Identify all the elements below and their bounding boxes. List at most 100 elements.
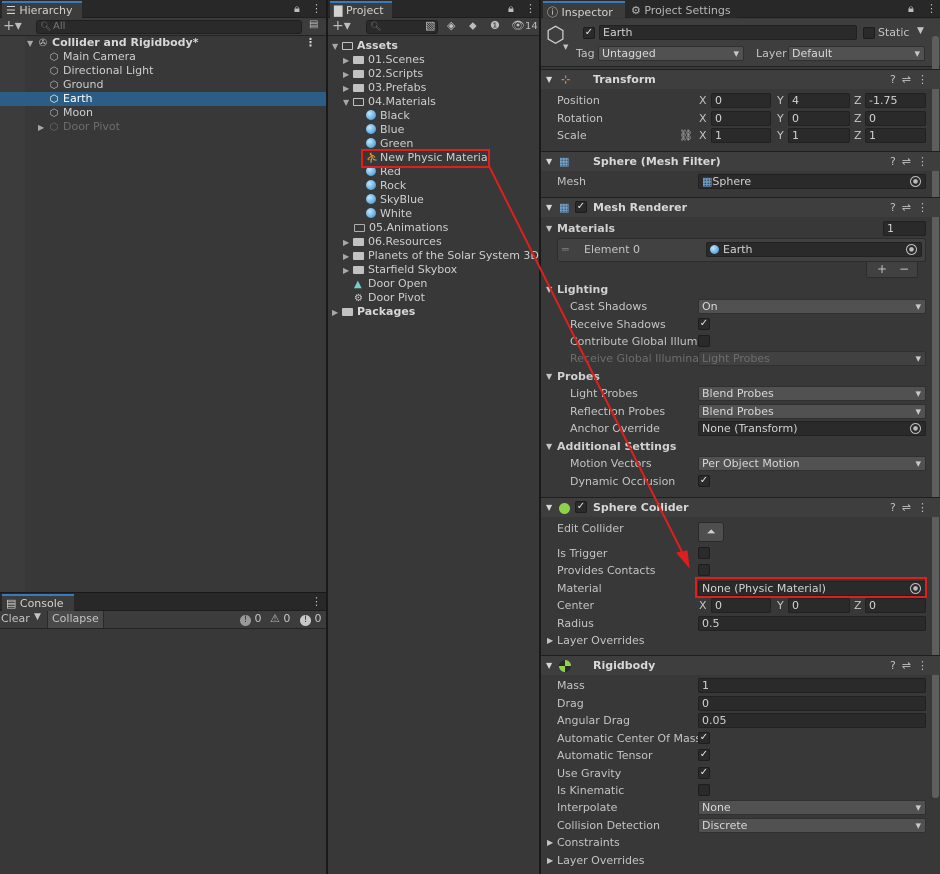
hidden-packages-icon[interactable]: 👁︎14 [511,19,538,32]
layer-dropdown[interactable]: Default [788,46,925,61]
radius-field[interactable]: 0.5 [698,616,926,631]
rotation-y-field[interactable]: 0 [788,111,850,126]
component-actions-icons[interactable]: ?⇌⋮ [890,498,934,517]
more-options-icon[interactable]: ⋮ [525,2,536,15]
project-item-blue[interactable]: Blue [328,123,539,137]
foldout-arrow-icon[interactable]: ▶ [547,834,553,851]
expand-arrow-icon[interactable]: ▶ [343,54,353,68]
is-kinematic-checkbox[interactable] [698,784,710,796]
rotation-x-field[interactable]: 0 [711,111,771,126]
lock-icon[interactable]: 🔒︎ [294,2,300,16]
component-actions-icons[interactable]: ?⇌⋮ [890,656,934,675]
warning-count-toggle[interactable]: ⚠ 0 [270,612,290,625]
position-x-field[interactable]: 0 [711,93,771,108]
expand-arrow-icon[interactable]: ▼ [332,40,342,54]
scene-menu-icon[interactable]: ⋮ [305,36,316,50]
expand-arrow-icon[interactable]: ▶ [343,68,353,82]
scale-x-field[interactable]: 1 [711,128,771,143]
scene-row[interactable]: ▼ ✇ Collider and Rigidbody* ⋮ [0,36,326,50]
angular-drag-field[interactable]: 0.05 [698,713,926,728]
project-item-scenes[interactable]: ▶ 01.Scenes [328,53,539,67]
expand-arrow-icon[interactable]: ▼ [27,37,37,51]
motion-vectors-dropdown[interactable]: Per Object Motion [698,456,926,471]
foldout-arrow-icon[interactable]: ▼ [546,70,552,89]
materials-count-field[interactable]: 1 [883,221,926,236]
clear-button[interactable]: Clear [1,612,30,625]
mesh-filter-header[interactable]: ▼ ▦ Sphere (Mesh Filter) ?⇌⋮ [541,151,940,171]
add-icon[interactable]: +▾ [3,18,22,34]
project-item-assets[interactable]: ▼ Assets [328,39,539,53]
project-item-door-pivot[interactable]: ⚙ Door Pivot [328,291,539,305]
mesh-renderer-header[interactable]: ▼ ▦ ✓ Mesh Renderer ?⇌⋮ [541,197,940,217]
rigidbody-header[interactable]: ▼ Rigidbody ?⇌⋮ [541,655,940,675]
hierarchy-item-ground[interactable]: ⬡ Ground [0,78,326,92]
foldout-arrow-icon[interactable]: ▶ [547,632,553,649]
center-y-field[interactable]: 0 [788,598,850,613]
expand-arrow-icon[interactable]: ▶ [343,236,353,250]
collapse-button[interactable]: Collapse [47,611,104,628]
mass-field[interactable]: 1 [698,678,926,693]
element-0-field[interactable]: Earth ● [706,242,922,257]
alert-icon[interactable]: ❶ [490,19,500,32]
hierarchy-item-main-camera[interactable]: ⬡ Main Camera [0,50,326,64]
search-by-label-icon[interactable]: ◈ [447,19,455,32]
drag-field[interactable]: 0 [698,696,926,711]
foldout-arrow-icon[interactable]: ▼ [546,368,552,385]
auto-tensor-checkbox[interactable]: ✓ [698,749,710,761]
rigidbody-layer-overrides-row[interactable]: ▶ Layer Overrides [541,852,940,869]
additional-settings-row[interactable]: ▼ Additional Settings [541,438,940,455]
expand-arrow-icon[interactable]: ▶ [38,121,48,135]
active-checkbox[interactable]: ✓ [583,27,595,39]
edit-collider-button[interactable]: ⏶ [698,522,724,542]
hierarchy-item-door-pivot[interactable]: ▶ ⬡ Door Pivot [0,120,326,134]
project-item-animations[interactable]: 05.Animations [328,221,539,235]
transform-header[interactable]: ▼ ⊹ Transform ?⇌⋮ [541,69,940,89]
remove-element-button[interactable]: − [899,262,909,276]
scale-y-field[interactable]: 1 [788,128,850,143]
static-dropdown-icon[interactable]: ▼ [917,26,924,36]
inspector-tab[interactable]: ⓘ Inspector [543,1,625,19]
collider-layer-overrides-row[interactable]: ▶ Layer Overrides [541,632,940,649]
foldout-arrow-icon[interactable]: ▶ [547,852,553,869]
add-element-button[interactable]: + [877,262,887,276]
cast-shadows-dropdown[interactable]: On [698,299,926,314]
foldout-arrow-icon[interactable]: ▼ [546,281,552,298]
constraints-row[interactable]: ▶ Constraints [541,834,940,851]
anchor-override-field[interactable]: None (Transform) ● [698,421,926,436]
foldout-arrow-icon[interactable]: ▼ [546,498,552,517]
foldout-arrow-icon[interactable]: ▼ [546,152,552,171]
hierarchy-item-directional-light[interactable]: ⬡ Directional Light [0,64,326,78]
info-count-toggle[interactable]: ! 0 [240,612,262,626]
contribute-gi-checkbox[interactable] [698,335,710,347]
expand-arrow-icon[interactable]: ▶ [343,82,353,96]
reflection-probes-dropdown[interactable]: Blend Probes [698,404,926,419]
icon-dropdown-icon[interactable]: ▼ [563,43,568,51]
project-item-white[interactable]: White [328,207,539,221]
foldout-arrow-icon[interactable]: ▼ [546,438,552,455]
component-actions-icons[interactable]: ?⇌⋮ [890,70,934,89]
provides-contacts-checkbox[interactable] [698,564,710,576]
sphere-collider-enabled-checkbox[interactable]: ✓ [575,501,587,513]
project-item-rock[interactable]: Rock [328,179,539,193]
mesh-field[interactable]: ▦Sphere ● [698,174,926,189]
interpolate-dropdown[interactable]: None [698,800,926,815]
object-picker-icon[interactable]: ● [910,423,921,434]
error-count-toggle[interactable]: ! 0 [300,612,322,626]
console-tab[interactable]: ▤ Console [2,594,74,611]
use-gravity-checkbox[interactable]: ✓ [698,767,710,779]
expand-arrow-icon[interactable]: ▶ [343,250,353,264]
link-icon[interactable]: ⛓︎ [679,127,693,144]
dynamic-occlusion-checkbox[interactable]: ✓ [698,475,710,487]
lighting-row[interactable]: ▼ Lighting [541,281,940,298]
project-item-black[interactable]: Black [328,109,539,123]
expand-arrow-icon[interactable]: ▶ [343,264,353,278]
project-tab[interactable]: ▇ Project [330,1,392,18]
clear-dropdown-icon[interactable]: ▼ [34,612,41,622]
mesh-renderer-enabled-checkbox[interactable]: ✓ [575,201,587,213]
drag-handle-icon[interactable]: ═ [562,243,569,256]
foldout-arrow-icon[interactable]: ▼ [546,198,552,217]
receive-shadows-checkbox[interactable]: ✓ [698,318,710,330]
expand-arrow-icon[interactable]: ▼ [343,96,353,110]
collision-detection-dropdown[interactable]: Discrete [698,818,926,833]
tag-icon[interactable]: ⬥ [469,19,477,33]
